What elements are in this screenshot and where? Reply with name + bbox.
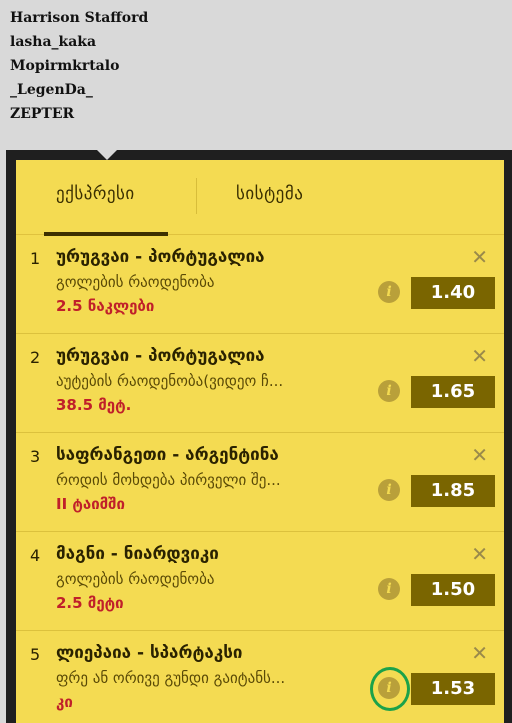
odds-button[interactable]: 1.40 [411, 277, 495, 309]
bet-match: საფრანგეთი - არგენტინა [56, 445, 279, 465]
info-icon[interactable]: i [378, 479, 400, 501]
bet-market: გოლების რაოდენობა [56, 273, 215, 291]
close-icon[interactable]: ✕ [471, 344, 488, 368]
tab-divider [196, 178, 197, 214]
user-name: Mopirmkrtalo [10, 58, 120, 74]
close-icon[interactable]: ✕ [471, 542, 488, 566]
bet-match: ურუგვაი - პორტუგალია [56, 346, 265, 366]
bet-row: 2 ურუგვაი - პორტუგალია აუტების რაოდენობა… [16, 334, 504, 433]
odds-button[interactable]: 1.53 [411, 673, 495, 705]
tab-system[interactable]: სისტემა [236, 184, 303, 204]
user-list: Harrison Stafford lasha_kaka Mopirmkrtal… [10, 6, 148, 126]
odds-button[interactable]: 1.50 [411, 574, 495, 606]
bet-number: 3 [30, 447, 41, 466]
close-icon[interactable]: ✕ [471, 443, 488, 467]
bet-selection: 2.5 მეტი [56, 594, 124, 612]
bet-slip-panel: ექსპრესი სისტემა 1 ურუგვაი - პორტუგალია … [6, 150, 512, 723]
bet-market: გოლების რაოდენობა [56, 570, 215, 588]
panel-notch [96, 150, 118, 160]
bet-match: ლიეპაია - სპარტაკსი [56, 643, 243, 663]
bet-type-tabs: ექსპრესი სისტემა [16, 160, 504, 236]
bet-selection: კი [56, 693, 73, 711]
bet-row: 3 საფრანგეთი - არგენტინა როდის მოხდება პ… [16, 433, 504, 532]
bet-selection: 38.5 მეტ. [56, 396, 132, 414]
bet-slip: ექსპრესი სისტემა 1 ურუგვაი - პორტუგალია … [16, 160, 504, 723]
odds-button[interactable]: 1.85 [411, 475, 495, 507]
bet-match: მაგნი - ნიარდვიკი [56, 544, 219, 564]
bet-selection: II ტაიმში [56, 495, 125, 513]
bet-selection: 2.5 ნაკლები [56, 297, 155, 315]
user-name: ZEPTER [10, 106, 75, 122]
close-icon[interactable]: ✕ [471, 245, 488, 269]
bet-number: 4 [30, 546, 41, 565]
odds-button[interactable]: 1.65 [411, 376, 495, 408]
bet-market: როდის მოხდება პირველი შე... [56, 471, 281, 489]
bet-match: ურუგვაი - პორტუგალია [56, 247, 265, 267]
bet-row: 1 ურუგვაი - პორტუგალია გოლების რაოდენობა… [16, 235, 504, 334]
info-icon[interactable]: i [378, 281, 400, 303]
bet-number: 1 [30, 249, 41, 268]
close-icon[interactable]: ✕ [471, 641, 488, 665]
user-name: _LegenDa_ [10, 82, 93, 98]
bet-number: 2 [30, 348, 41, 367]
user-name: Harrison Stafford [10, 10, 149, 26]
info-icon[interactable]: i [378, 380, 400, 402]
bet-market: ფრე ან ორივე გუნდი გაიტანს... [56, 669, 286, 687]
bet-number: 5 [30, 645, 41, 664]
info-icon[interactable]: i [378, 578, 400, 600]
user-name: lasha_kaka [10, 34, 97, 50]
info-icon[interactable]: i [378, 677, 400, 699]
tab-express[interactable]: ექსპრესი [56, 184, 135, 204]
bet-row: 5 ლიეპაია - სპარტაკსი ფრე ან ორივე გუნდი… [16, 631, 504, 723]
bet-market: აუტების რაოდენობა(ვიდეო ჩ... [56, 372, 284, 390]
bet-row: 4 მაგნი - ნიარდვიკი გოლების რაოდენობა 2.… [16, 532, 504, 631]
